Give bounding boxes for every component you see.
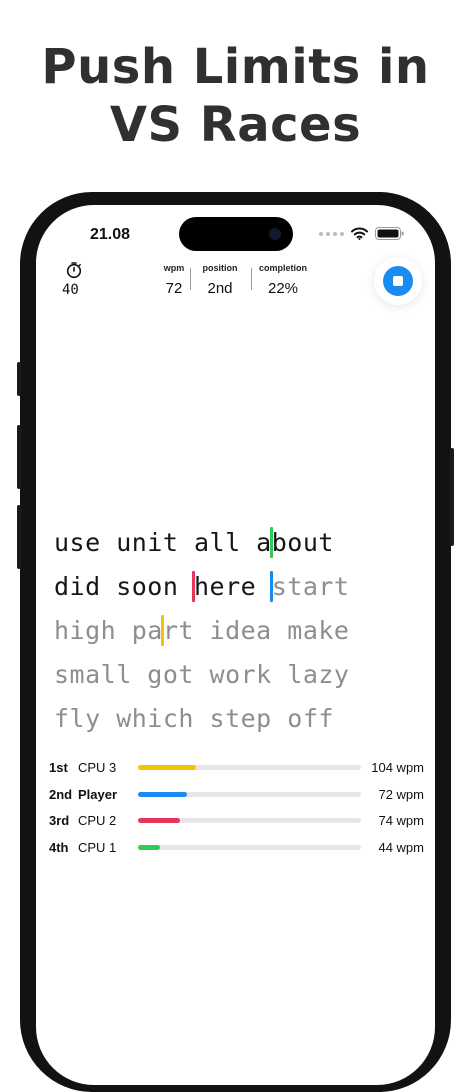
pending-text: high part idea make [54, 616, 350, 645]
stat-completion-label: completion [258, 263, 307, 273]
racer-row: 1st CPU 3 104 wpm [49, 756, 424, 783]
phone-volume-up-button [17, 425, 21, 489]
status-time: 21.08 [90, 226, 131, 243]
stat-wpm-label: wpm [163, 263, 185, 273]
racer-row: 2nd Player 72 wpm [49, 783, 424, 810]
racer-progress-fill [138, 818, 181, 823]
racer-progress-fill [138, 844, 161, 850]
racer-name: Player [78, 786, 118, 802]
racer-progress-track [138, 791, 361, 797]
racer-place: 3rd [49, 813, 70, 828]
text-line: small got work lazy [54, 653, 349, 697]
text-line: use unit all about [54, 521, 349, 565]
stat-position: position 2nd [196, 263, 244, 297]
stopwatch-icon [66, 262, 82, 279]
racer-progress-track [138, 765, 361, 770]
racer-wpm: 74 wpm [378, 813, 424, 828]
typed-text: did soon here [54, 572, 272, 601]
dynamic-island [179, 217, 293, 251]
pending-text: small got work lazy [54, 660, 350, 689]
race-standings: 1st CPU 3 104 wpm 2nd Player 72 wpm 3rd … [49, 756, 424, 862]
phone-power-button [450, 448, 454, 546]
typing-area[interactable]: use unit all about did soon here start h… [54, 521, 349, 741]
racer-wpm: 44 wpm [378, 839, 424, 855]
stat-position-value: 2nd [207, 280, 233, 297]
headline-line-2: VS Races [109, 97, 362, 153]
battery-icon [375, 227, 404, 240]
headline-line-1: Push Limits in [41, 39, 430, 95]
headline: Push Limits in VS Races [0, 38, 471, 154]
racer-name: CPU 3 [78, 760, 117, 775]
pending-text: start [271, 572, 350, 601]
racer-row: 4th CPU 1 44 wpm [49, 836, 424, 863]
status-icons [319, 227, 404, 240]
phone-action-button [17, 362, 21, 396]
stat-divider [251, 268, 252, 290]
stat-completion-value: 22% [267, 280, 299, 297]
racer-name: CPU 2 [78, 813, 117, 828]
racer-wpm: 104 wpm [371, 760, 424, 775]
stat-wpm-value: 72 [165, 280, 183, 297]
racer-name: CPU 1 [78, 839, 117, 855]
phone-volume-down-button [17, 505, 21, 569]
stop-icon[interactable] [383, 266, 413, 296]
wifi-icon [351, 227, 368, 240]
stat-completion: completion 22% [254, 263, 312, 297]
racer-place: 2nd [49, 786, 73, 802]
racer-progress-fill [138, 791, 188, 797]
phone-screen: 21.08 40 wpm 72 position 2nd completion … [36, 205, 435, 1085]
text-line: did soon here start [54, 565, 349, 609]
text-line: fly which step off [54, 697, 349, 741]
racer-cursor [270, 527, 274, 558]
racer-cursor [270, 571, 274, 602]
typed-text: use unit all about [54, 528, 334, 557]
racer-place: 1st [49, 760, 68, 775]
stat-wpm: wpm 72 [159, 263, 189, 297]
timer-value: 40 [62, 282, 79, 298]
pending-text: fly which step off [54, 704, 334, 733]
racer-progress-fill [138, 765, 196, 770]
camera-icon [269, 228, 281, 240]
racer-row: 3rd CPU 2 74 wpm [49, 809, 424, 836]
racer-place: 4th [49, 839, 69, 855]
text-line: high part idea make [54, 609, 349, 653]
stop-button[interactable] [374, 257, 422, 305]
racer-wpm: 72 wpm [378, 786, 424, 802]
stat-position-label: position [202, 263, 238, 273]
racer-progress-track [138, 818, 361, 823]
racer-progress-track [138, 844, 361, 850]
racer-cursor [161, 615, 165, 646]
signal-dots-icon [319, 231, 344, 236]
racer-cursor [192, 571, 196, 602]
stat-divider [190, 268, 191, 290]
